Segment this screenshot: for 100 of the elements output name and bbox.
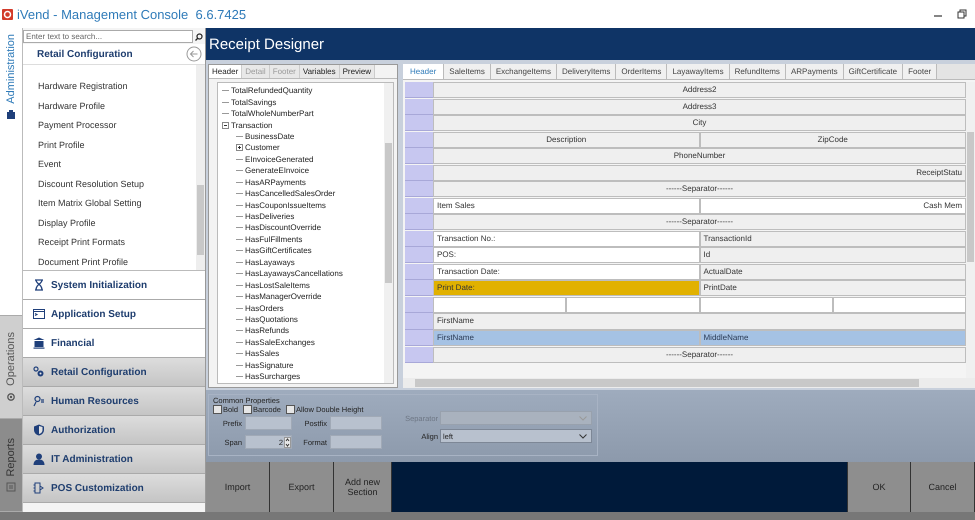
row-header[interactable] <box>405 164 433 181</box>
tree-item[interactable]: HasSurcharges <box>245 372 300 382</box>
tab[interactable]: Header <box>403 64 444 79</box>
restore-icon[interactable] <box>957 9 967 19</box>
tree-item[interactable]: Customer <box>245 143 280 152</box>
menu-item[interactable]: Print Profile <box>38 136 196 155</box>
table-cell[interactable]: ------Separator------ <box>433 181 966 198</box>
table-cell[interactable] <box>433 296 566 313</box>
tree-item[interactable]: GenerateEInvoice <box>245 166 310 176</box>
tab[interactable]: DeliveryItems <box>556 64 616 79</box>
tree-item[interactable]: HasSaleExchanges <box>245 338 315 347</box>
row-header[interactable] <box>405 214 433 230</box>
input-field[interactable] <box>245 416 292 430</box>
row-header[interactable] <box>405 247 433 264</box>
table-cell[interactable]: ReceiptStatu <box>433 164 966 181</box>
row-header[interactable] <box>405 98 433 115</box>
section-button[interactable]: IT Administration <box>23 445 205 474</box>
tree-item[interactable]: HasSales <box>245 349 280 358</box>
section-button[interactable]: Authorization <box>23 416 205 445</box>
expander-icon[interactable] <box>236 144 243 152</box>
tree-item[interactable]: BusinessDate <box>245 132 294 141</box>
scrollbar[interactable] <box>384 83 393 383</box>
tab[interactable]: SaleItems <box>444 64 491 79</box>
tab[interactable]: GiftCertificate <box>844 64 904 79</box>
section-button[interactable]: POS Customization <box>23 474 205 503</box>
tree-item[interactable]: HasManagerOverride <box>245 292 322 302</box>
table-cell[interactable]: Id <box>700 247 966 264</box>
tree-item[interactable]: HasCouponIssueItems <box>245 200 326 210</box>
row-header[interactable] <box>405 346 433 363</box>
table-cell[interactable]: PrintDate <box>700 280 966 296</box>
side-tab[interactable]: Reports <box>0 419 22 512</box>
table-cell[interactable]: Print Date: <box>433 280 700 296</box>
tree-item[interactable]: HasGiftCertificates <box>245 246 312 256</box>
table-cell[interactable]: POS: <box>433 247 700 264</box>
tree-item[interactable]: HasSignature <box>245 360 294 370</box>
tree-item[interactable]: TotalWholeNumberPart <box>231 109 314 118</box>
tree-item[interactable]: HasDiscountOverride <box>245 223 322 232</box>
expander-icon[interactable] <box>222 122 229 129</box>
row-header[interactable] <box>405 82 433 98</box>
table-cell[interactable]: Address2 <box>433 82 966 98</box>
tab[interactable]: LayawayItems <box>667 64 730 79</box>
row-header[interactable] <box>405 296 433 313</box>
tab[interactable]: Footer <box>903 64 938 79</box>
table-cell[interactable]: Transaction Date: <box>433 264 700 280</box>
tree-item[interactable]: HasDeliveries <box>245 212 294 222</box>
menu-item[interactable]: Receipt Print Formats <box>38 233 196 252</box>
tree-item[interactable]: HasLayaways <box>245 258 295 267</box>
back-icon[interactable] <box>186 46 202 62</box>
tab[interactable]: Preview <box>340 65 376 78</box>
row-header[interactable] <box>405 181 433 198</box>
section-button[interactable]: Human Resources <box>23 387 205 416</box>
action-button[interactable]: Cancel <box>911 462 975 512</box>
table-cell[interactable]: ZipCode <box>700 132 966 148</box>
scrollbar[interactable] <box>403 378 975 388</box>
tree-item[interactable]: HasCancelledSalesOrder <box>245 189 336 198</box>
table-cell[interactable] <box>566 296 700 313</box>
table-cell[interactable]: Description <box>433 132 700 148</box>
action-button[interactable]: Import <box>206 462 270 512</box>
action-button[interactable]: Add new Section <box>334 462 392 512</box>
tab[interactable]: Variables <box>300 65 340 78</box>
row-header[interactable] <box>405 132 433 148</box>
checkbox[interactable] <box>286 405 295 414</box>
table-cell[interactable]: Item Sales <box>433 198 700 214</box>
row-header[interactable] <box>405 115 433 132</box>
table-cell[interactable]: Cash Mem <box>700 198 966 214</box>
action-button[interactable]: OK <box>847 462 911 512</box>
scrollbar[interactable] <box>966 82 975 378</box>
tree-item[interactable]: Transaction <box>231 120 272 130</box>
tree-item[interactable]: HasRefunds <box>245 326 290 336</box>
tree-item[interactable]: HasQuotations <box>245 314 298 324</box>
tree-item[interactable]: HasLostSaleItems <box>245 280 310 290</box>
tree-item[interactable]: HasFulFillments <box>245 234 302 244</box>
table-cell[interactable]: Address3 <box>433 98 966 115</box>
table-cell[interactable]: Transaction No.: <box>433 230 700 247</box>
row-header[interactable] <box>405 330 433 346</box>
table-cell[interactable]: ActualDate <box>700 264 966 280</box>
input-field[interactable] <box>330 416 382 430</box>
tree-item[interactable]: HasARPayments <box>245 178 306 187</box>
table-cell[interactable]: MiddleName <box>700 330 966 346</box>
tab[interactable]: ExchangeItems <box>490 64 557 79</box>
row-header[interactable] <box>405 280 433 296</box>
scrollbar[interactable] <box>196 65 205 270</box>
menu-item[interactable]: Payment Processor <box>38 116 196 136</box>
menu-item[interactable]: Document Print Profile <box>38 252 196 272</box>
table-cell[interactable]: FirstName <box>433 330 700 346</box>
row-header[interactable] <box>405 313 433 330</box>
table-cell[interactable] <box>700 296 833 313</box>
tree-item[interactable]: HasLayawaysCancellations <box>245 269 343 278</box>
table-cell[interactable]: FirstName <box>433 313 966 330</box>
checkbox[interactable] <box>213 405 222 414</box>
tab[interactable]: RefundItems <box>730 64 786 79</box>
section-button[interactable]: Application Setup <box>23 300 205 329</box>
row-header[interactable] <box>405 264 433 280</box>
tree-item[interactable]: TotalRefundedQuantity <box>231 86 312 96</box>
section-button[interactable]: System Initialization <box>23 271 205 300</box>
side-tab[interactable]: Administration <box>0 28 22 316</box>
table-cell[interactable] <box>832 296 966 313</box>
side-tab[interactable]: Operations <box>0 316 22 419</box>
action-button[interactable]: Export <box>270 462 334 512</box>
row-header[interactable] <box>405 198 433 214</box>
